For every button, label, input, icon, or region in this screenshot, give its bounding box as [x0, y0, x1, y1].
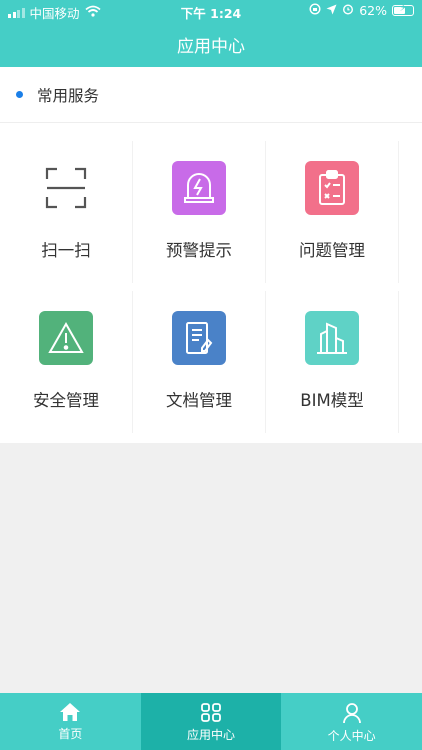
alarm-clock-icon	[342, 3, 354, 18]
app-label: 文档管理	[166, 391, 232, 410]
tab-home[interactable]: 首页	[0, 693, 141, 750]
alarm-icon	[172, 161, 226, 215]
person-icon	[342, 703, 361, 724]
app-docs[interactable]: 文档管理	[133, 291, 266, 433]
tab-label: 个人中心	[327, 729, 376, 743]
battery-percent: 62%	[359, 3, 387, 18]
apps-icon	[201, 703, 221, 722]
app-alert[interactable]: 预警提示	[133, 141, 266, 283]
section-header: 常用服务	[0, 67, 422, 123]
tab-label: 应用中心	[187, 728, 236, 742]
scan-icon	[39, 161, 93, 215]
app-bim[interactable]: BIM模型	[266, 291, 399, 433]
clipboard-icon	[305, 161, 359, 215]
app-label: 问题管理	[299, 241, 365, 260]
app-label: BIM模型	[300, 391, 364, 410]
tab-app-center[interactable]: 应用中心	[140, 693, 282, 750]
battery-icon: ⚡	[392, 3, 414, 16]
home-icon	[60, 703, 81, 721]
app-scan[interactable]: 扫一扫	[0, 141, 133, 283]
app-issues[interactable]: 问题管理	[266, 141, 399, 283]
orientation-lock-icon	[309, 3, 321, 18]
tab-label: 首页	[58, 727, 83, 741]
tab-profile[interactable]: 个人中心	[281, 693, 422, 750]
app-label: 安全管理	[33, 391, 99, 410]
section-dot	[16, 91, 23, 98]
app-safety[interactable]: 安全管理	[0, 291, 133, 433]
building-icon	[305, 311, 359, 365]
page-title: 应用中心	[177, 37, 245, 57]
section-title: 常用服务	[37, 86, 100, 105]
tab-bar: 首页 应用中心 个人中心	[0, 693, 422, 750]
app-label: 扫一扫	[41, 241, 91, 260]
status-bar: 中国移动 下午 1:24 62% ⚡	[0, 0, 422, 22]
app-label: 预警提示	[166, 241, 232, 260]
services-section: 常用服务 扫一扫 预警提示 问题管理 安全管理 文档管理 BIM模型	[0, 67, 422, 443]
top-bar: 中国移动 下午 1:24 62% ⚡ 应用中心	[0, 0, 422, 67]
warning-icon	[39, 311, 93, 365]
app-grid: 扫一扫 预警提示 问题管理 安全管理 文档管理 BIM模型	[0, 141, 400, 433]
document-icon	[172, 311, 226, 365]
location-icon	[326, 3, 337, 18]
